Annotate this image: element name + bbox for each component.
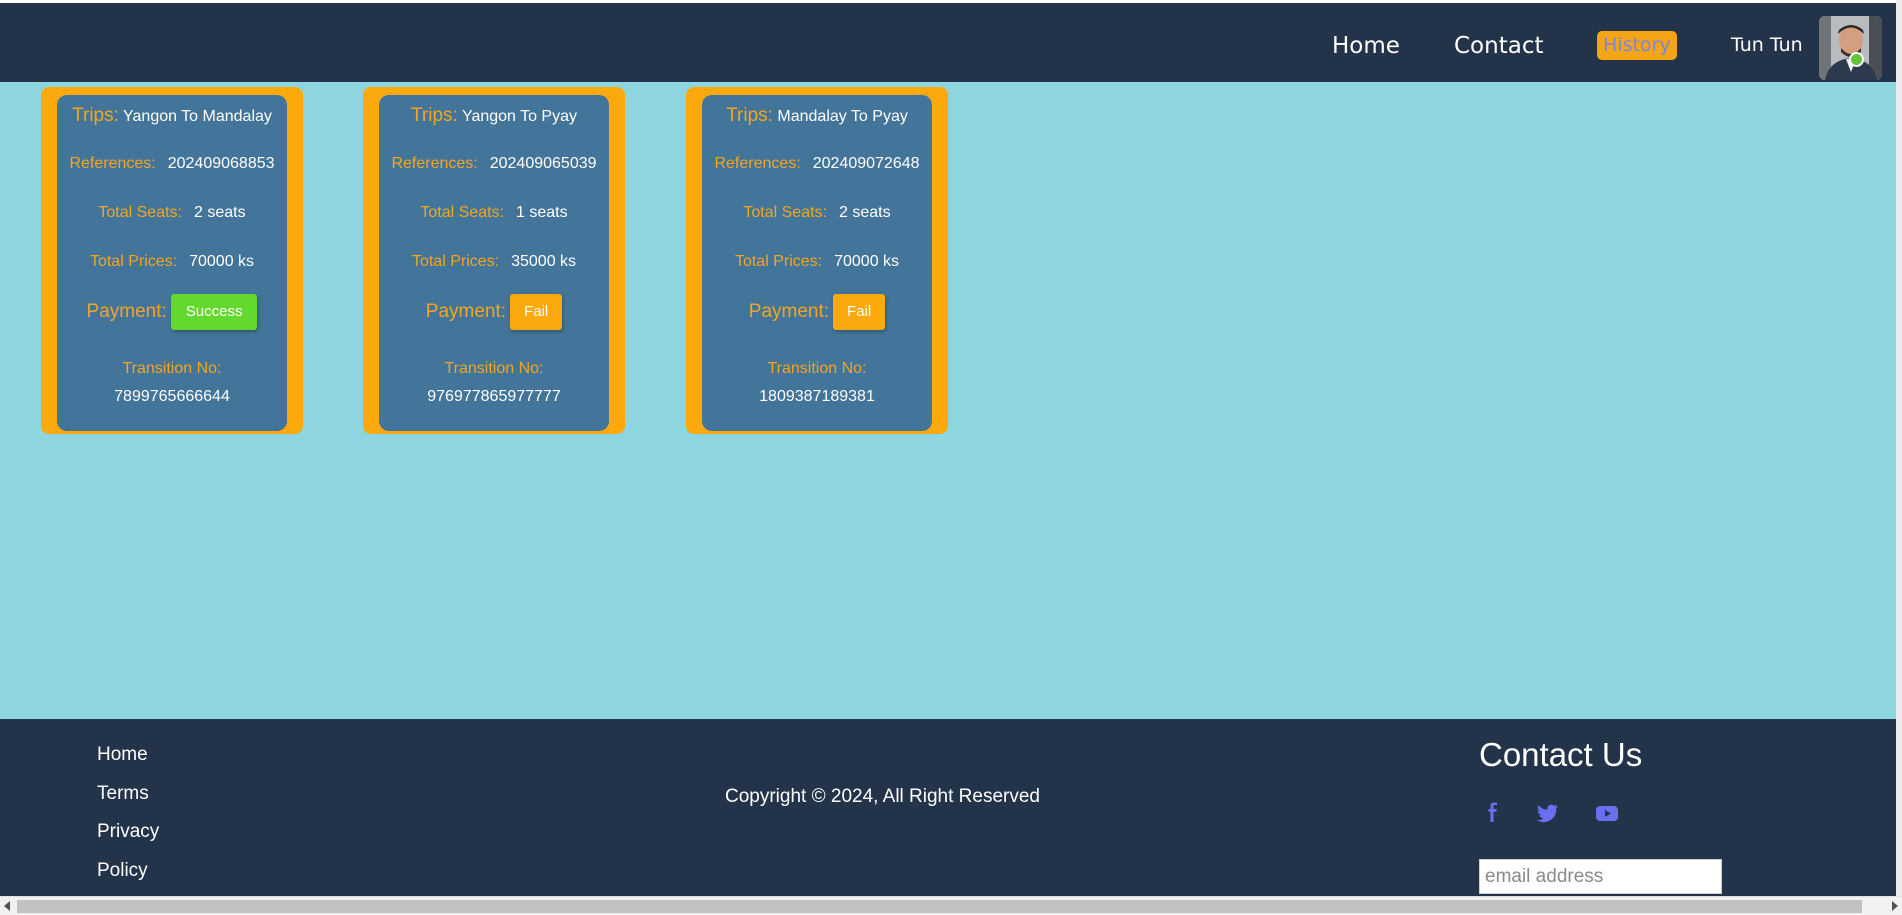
transition-no-value: 976977865977777	[427, 388, 561, 405]
booking-card: Trips: Yangon To Mandalay References: 202…	[41, 87, 303, 434]
transition-no-label: Transition No:	[444, 360, 544, 377]
seats-row: Total Seats: 2 seats	[702, 204, 932, 222]
copyright-text: Copyright © 2024, All Right Reserved	[725, 786, 1040, 807]
payment-status-badge[interactable]: Fail	[510, 294, 563, 330]
seats-value: 2 seats	[839, 204, 891, 221]
twitter-icon[interactable]	[1535, 802, 1561, 824]
trips-label: Trips:	[726, 105, 773, 126]
nav-home-link[interactable]: Home	[1332, 32, 1400, 60]
online-status-dot	[1849, 52, 1864, 67]
price-value: 70000 ks	[189, 253, 255, 270]
payment-status-badge[interactable]: Fail	[833, 294, 886, 330]
price-row: Total Prices: 35000 ks	[379, 253, 609, 271]
trip-value: Yangon To Mandalay	[123, 108, 272, 125]
vertical-scrollbar[interactable]	[1896, 0, 1902, 896]
reference-value: 202409065039	[489, 155, 597, 172]
trips-label: Trips:	[72, 105, 119, 126]
footer-policy-link[interactable]: Policy	[97, 859, 148, 883]
footer-home-link[interactable]: Home	[97, 743, 148, 767]
payment-row: Payment: Fail	[379, 293, 609, 331]
payment-label: Payment:	[425, 301, 507, 322]
youtube-icon[interactable]	[1594, 802, 1620, 824]
footer-terms-link[interactable]: Terms	[97, 782, 149, 806]
seats-row: Total Seats: 2 seats	[57, 204, 287, 222]
scroll-left-arrow-icon[interactable]	[4, 901, 10, 911]
user-name[interactable]: Tun Tun	[1731, 33, 1803, 57]
reference-value: 202409072648	[812, 155, 920, 172]
booking-card-body: Trips: Yangon To Mandalay References: 202…	[57, 95, 287, 431]
trip-value: Mandalay To Pyay	[777, 108, 908, 125]
total-seats-label: Total Seats:	[420, 204, 504, 221]
total-prices-label: Total Prices:	[734, 253, 823, 270]
facebook-icon[interactable]	[1480, 802, 1506, 824]
booking-card-body: Trips: Mandalay To Pyay References: 20240…	[702, 95, 932, 431]
horizontal-scrollbar[interactable]	[0, 896, 1902, 915]
payment-row: Payment: Success	[57, 293, 287, 331]
total-seats-label: Total Seats:	[743, 204, 827, 221]
trips-label: Trips:	[411, 105, 458, 126]
seats-value: 1 seats	[516, 204, 568, 221]
contact-us-heading: Contact Us	[1479, 736, 1643, 773]
footer: Home Terms Privacy Policy Copyright © 20…	[0, 719, 1896, 896]
nav-history-link[interactable]: History	[1597, 31, 1677, 60]
trip-row: Trips: Yangon To Mandalay	[57, 105, 287, 127]
price-value: 70000 ks	[834, 253, 900, 270]
price-row: Total Prices: 70000 ks	[702, 253, 932, 271]
booking-card: Trips: Mandalay To Pyay References: 20240…	[686, 87, 948, 434]
reference-row: References: 202409068853	[57, 155, 287, 173]
trip-value: Yangon To Pyay	[461, 108, 577, 125]
references-label: References:	[391, 155, 478, 172]
references-label: References:	[714, 155, 801, 172]
total-prices-label: Total Prices:	[89, 253, 178, 270]
reference-row: References: 202409065039	[379, 155, 609, 173]
trip-row: Trips: Yangon To Pyay	[379, 105, 609, 127]
reference-row: References: 202409072648	[702, 155, 932, 173]
payment-row: Payment: Fail	[702, 293, 932, 331]
booking-card: Trips: Yangon To Pyay References: 2024090…	[363, 87, 625, 434]
transition-no-label: Transition No:	[122, 360, 222, 377]
avatar-photo	[1819, 16, 1882, 80]
email-input[interactable]	[1479, 859, 1722, 894]
footer-privacy-link[interactable]: Privacy	[97, 820, 159, 844]
scroll-right-arrow-icon[interactable]	[1892, 901, 1898, 911]
avatar[interactable]	[1819, 16, 1882, 80]
top-navbar: Home Contact History Tun Tun	[0, 3, 1896, 82]
booking-card-body: Trips: Yangon To Pyay References: 2024090…	[379, 95, 609, 431]
payment-status-badge[interactable]: Success	[170, 294, 258, 330]
total-seats-label: Total Seats:	[98, 204, 182, 221]
price-row: Total Prices: 70000 ks	[57, 253, 287, 271]
references-label: References:	[69, 155, 156, 172]
seats-value: 2 seats	[194, 204, 246, 221]
transition-no-label: Transition No:	[767, 360, 867, 377]
seats-row: Total Seats: 1 seats	[379, 204, 609, 222]
total-prices-label: Total Prices:	[411, 253, 500, 270]
transition-no-value: 1809387189381	[759, 388, 875, 405]
transition-no-value: 7899765666644	[114, 388, 230, 405]
horizontal-scrollbar-thumb[interactable]	[17, 900, 1862, 913]
nav-contact-link[interactable]: Contact	[1454, 32, 1543, 60]
reference-value: 202409068853	[167, 155, 275, 172]
payment-label: Payment:	[86, 301, 167, 322]
history-content: Trips: Yangon To Mandalay References: 202…	[0, 82, 1896, 719]
trip-row: Trips: Mandalay To Pyay	[702, 105, 932, 127]
payment-label: Payment:	[748, 301, 830, 322]
price-value: 35000 ks	[511, 253, 577, 270]
